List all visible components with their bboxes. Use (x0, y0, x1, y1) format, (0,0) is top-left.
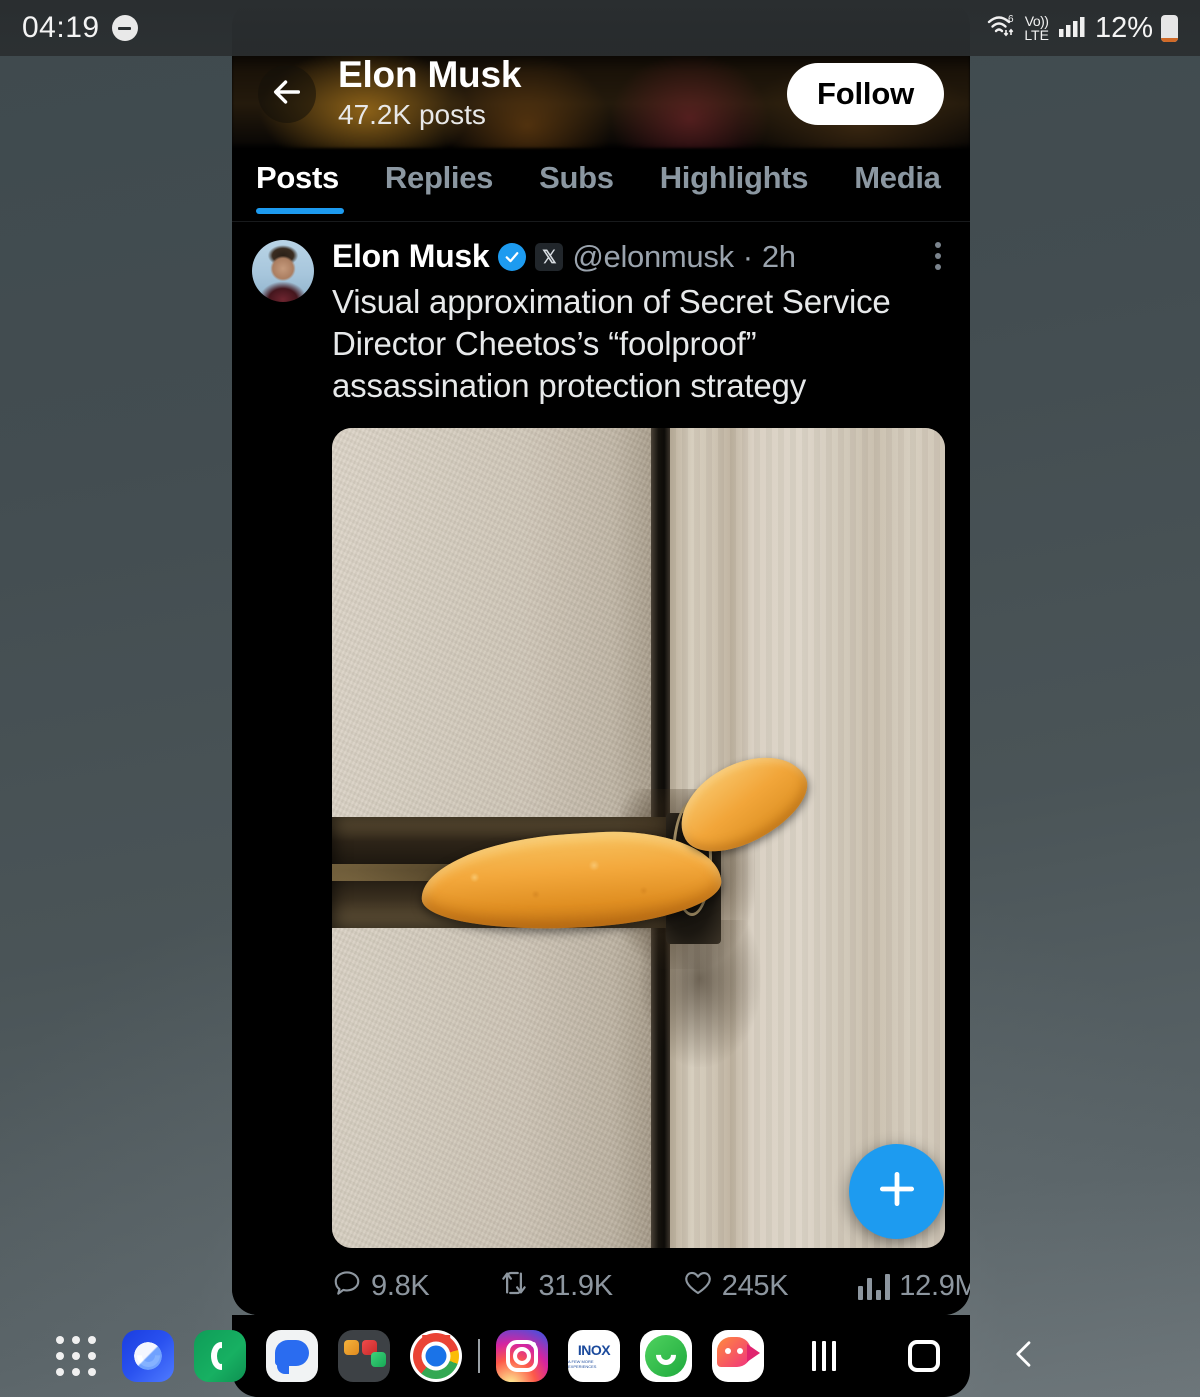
profile-tabs: Posts Replies Subs Highlights Media (232, 152, 970, 222)
taskbar-divider (478, 1339, 480, 1373)
retweet-icon (499, 1268, 529, 1306)
plus-icon (875, 1167, 919, 1216)
taskbar-content: INOX A FEW MORE EXPERIENCES (0, 1315, 1200, 1397)
taskbar-app-chrome[interactable] (400, 1330, 472, 1382)
battery-percentage: 12% (1094, 11, 1153, 44)
battery-low-icon (1161, 14, 1178, 42)
reply-metric[interactable]: 9.8K (332, 1268, 430, 1306)
tweet-text: Visual approximation of Secret Service D… (332, 283, 891, 405)
home-icon (908, 1340, 940, 1372)
tab-subs-label: Subs (539, 160, 614, 195)
x-app-window: Elon Musk 47.2K posts Follow Posts Repli… (232, 0, 970, 1315)
tab-posts-label: Posts (256, 160, 339, 195)
taskbar-app-video-chat[interactable] (702, 1330, 774, 1382)
inox-icon: INOX A FEW MORE EXPERIENCES (568, 1330, 620, 1382)
svg-text:6: 6 (1008, 14, 1014, 25)
tweet-separator: · (742, 238, 753, 274)
retweet-count: 31.9K (538, 1270, 613, 1303)
messages-icon (266, 1330, 318, 1382)
nav-back-button[interactable] (974, 1337, 1074, 1376)
verified-check-icon (498, 242, 527, 271)
video-chat-icon (712, 1330, 764, 1382)
taskbar-app-folder[interactable] (328, 1330, 400, 1382)
do-not-disturb-icon (111, 15, 138, 41)
inox-tagline: A FEW MORE EXPERIENCES (568, 1359, 597, 1369)
taskbar-app-inox[interactable]: INOX A FEW MORE EXPERIENCES (558, 1330, 630, 1382)
tweet-top: Elon Musk 𝕏 @elonmusk · 2h Visual approx… (252, 238, 970, 1315)
tweet-metrics: 9.8K 31.9K 245K 12.9M (332, 1268, 970, 1315)
tweet-feed[interactable]: Elon Musk 𝕏 @elonmusk · 2h Visual approx… (232, 224, 970, 1315)
like-count: 245K (721, 1270, 789, 1303)
tab-posts[interactable]: Posts (256, 152, 363, 214)
contacts-icon (194, 1330, 246, 1382)
tab-subs[interactable]: Subs (517, 152, 638, 214)
taskbar-app-instagram[interactable] (486, 1330, 558, 1382)
back-button[interactable] (258, 65, 316, 123)
status-bar-clock: 04:19 (22, 11, 100, 44)
like-metric[interactable]: 245K (683, 1268, 789, 1306)
reply-icon (332, 1268, 362, 1306)
tweet-handle: @elonmusk (572, 238, 734, 274)
more-options-icon[interactable] (930, 242, 946, 270)
compose-post-button[interactable] (849, 1144, 944, 1239)
app-folder-icon (338, 1330, 390, 1382)
taskbar: INOX A FEW MORE EXPERIENCES (0, 1315, 1200, 1397)
nav-recents-button[interactable] (774, 1341, 874, 1371)
samsung-phone-icon (122, 1330, 174, 1382)
retweet-metric[interactable]: 31.9K (499, 1268, 613, 1306)
tab-media[interactable]: Media (832, 152, 964, 214)
header-titles: Elon Musk 47.2K posts (338, 54, 787, 132)
status-bar: 04:19 6 Vo)) LTE 12% (0, 0, 1200, 56)
status-bar-left: 04:19 (22, 11, 138, 45)
tweet-item[interactable]: Elon Musk 𝕏 @elonmusk · 2h Visual approx… (232, 224, 970, 1315)
views-bar-chart-icon (858, 1273, 891, 1300)
recents-icon (812, 1341, 836, 1371)
app-drawer-icon (56, 1336, 96, 1376)
profile-name: Elon Musk (338, 54, 522, 96)
tab-highlights[interactable]: Highlights (638, 152, 833, 214)
x-affiliate-icon[interactable]: 𝕏 (535, 242, 564, 271)
taskbar-app-contacts[interactable] (184, 1330, 256, 1382)
views-metric[interactable]: 12.9M (858, 1270, 970, 1303)
status-bar-right: 6 Vo)) LTE 12% (986, 12, 1178, 45)
instagram-icon (496, 1330, 548, 1382)
profile-post-count: 47.2K posts (338, 98, 486, 130)
tab-replies[interactable]: Replies (363, 152, 517, 214)
app-drawer-button[interactable] (40, 1336, 112, 1376)
wifi-6-icon: 6 (986, 12, 1016, 45)
tweet-body: Elon Musk 𝕏 @elonmusk · 2h Visual approx… (332, 238, 970, 1315)
tab-replies-label: Replies (384, 160, 494, 195)
inox-label: INOX (577, 1342, 611, 1358)
app-header: Elon Musk 47.2K posts Follow (232, 40, 970, 148)
tweet-timestamp: 2h (761, 238, 796, 274)
taskbar-app-messages[interactable] (256, 1330, 328, 1382)
chrome-icon (410, 1330, 462, 1382)
avatar[interactable] (252, 240, 314, 302)
heart-icon (683, 1268, 713, 1306)
tab-active-underline (256, 208, 344, 214)
follow-button[interactable]: Follow (787, 63, 944, 125)
tab-media-label: Media (854, 160, 941, 195)
nav-home-button[interactable] (874, 1340, 974, 1372)
back-arrow-icon (270, 75, 304, 114)
tweet-meta: Elon Musk 𝕏 @elonmusk · 2h (332, 238, 950, 275)
volte-icon: Vo)) LTE (1024, 13, 1049, 43)
tweet-media-photo[interactable] (332, 427, 945, 1248)
tab-highlights-label: Highlights (659, 160, 809, 195)
taskbar-app-samsung-phone[interactable] (112, 1330, 184, 1382)
taskbar-app-whatsapp[interactable] (630, 1330, 702, 1382)
tweet-author-name[interactable]: Elon Musk (332, 238, 490, 275)
signal-bars-icon (1057, 12, 1087, 45)
whatsapp-icon (640, 1330, 692, 1382)
back-chevron-icon (1009, 1337, 1039, 1376)
views-count: 12.9M (899, 1270, 970, 1303)
reply-count: 9.8K (371, 1270, 430, 1303)
